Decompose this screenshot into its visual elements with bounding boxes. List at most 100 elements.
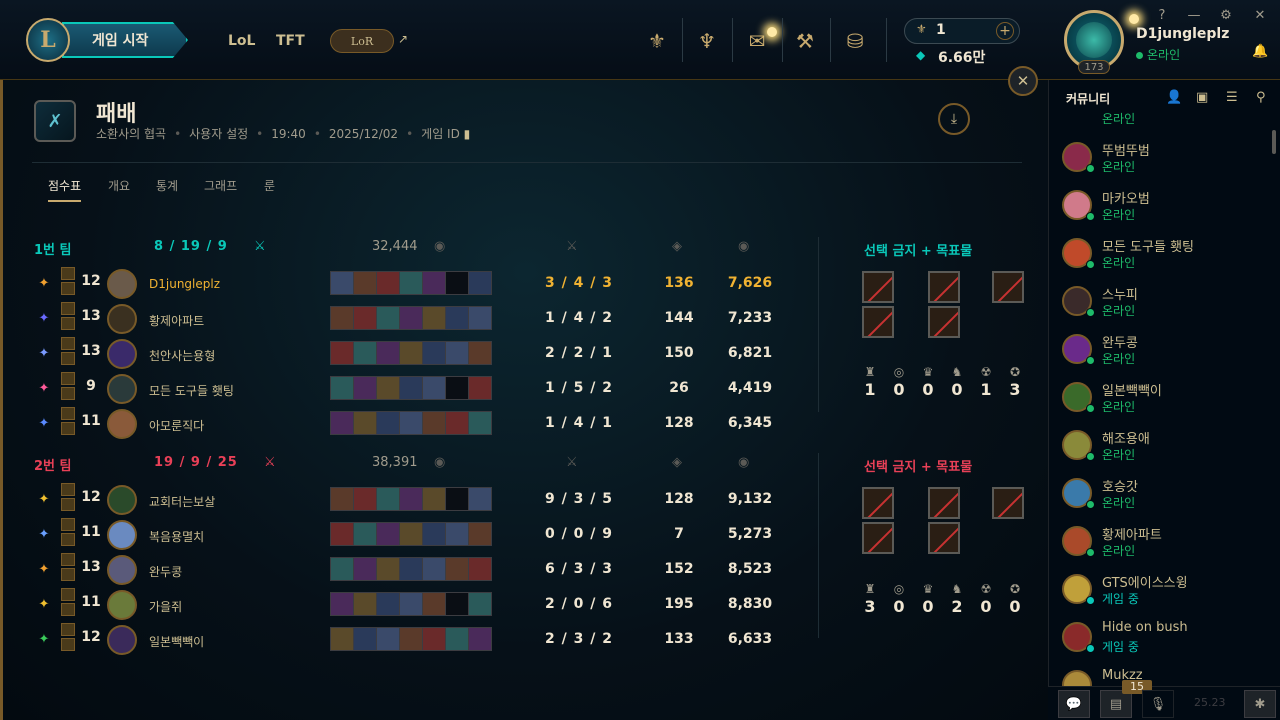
item-slot[interactable] [468,341,492,365]
item-slot[interactable] [376,557,400,581]
item-slot[interactable] [422,306,446,330]
item-slot[interactable] [399,522,423,546]
player-name[interactable]: 아모룬직다 [149,417,204,434]
item-slot[interactable] [353,557,377,581]
friend-item[interactable]: 뚜범뚜범 온라인 [1060,138,1260,182]
item-slot[interactable] [468,376,492,400]
tab-overview[interactable]: 개요 [108,177,130,194]
item-slot[interactable] [376,341,400,365]
item-slot[interactable] [330,306,354,330]
item-slot[interactable] [399,627,423,651]
item-slot[interactable] [376,487,400,511]
tab-scoreboard[interactable]: 점수표 [48,177,82,202]
item-slot[interactable] [376,376,400,400]
minimize-icon[interactable]: — [1186,8,1202,23]
champion-portrait[interactable] [107,269,137,299]
nav-tft-link[interactable]: TFT [276,33,305,49]
item-slot[interactable] [399,411,423,435]
friend-item[interactable]: 모든 도구들 횃팅 온라인 [1060,234,1260,278]
item-slot[interactable] [445,271,469,295]
item-slot[interactable] [445,341,469,365]
champion-portrait[interactable] [107,485,137,515]
player-row[interactable]: ✦ 12 D1jungleplz 3 / 4 / 3 136 7,626 [0,267,1045,302]
item-slot[interactable] [330,557,354,581]
item-slot[interactable] [468,306,492,330]
item-slot[interactable] [330,592,354,616]
item-slot[interactable] [422,271,446,295]
profile-icon[interactable] [1076,22,1112,58]
item-slot[interactable] [468,522,492,546]
player-row[interactable]: ✦ 11 가을쥐 2 / 0 / 6 195 8,830 [0,588,1045,623]
champion-portrait[interactable] [107,590,137,620]
item-slot[interactable] [445,522,469,546]
item-slot[interactable] [353,271,377,295]
tab-runes[interactable]: 룬 [264,177,275,194]
copy-icon[interactable]: ▮ [464,127,471,141]
add-friend-icon[interactable]: 👤 [1166,90,1182,105]
item-slot[interactable] [399,376,423,400]
item-slot[interactable] [445,627,469,651]
settings-gear-icon[interactable]: ⚙ [1218,8,1234,23]
champion-portrait[interactable] [107,304,137,334]
item-slot[interactable] [422,592,446,616]
help-icon[interactable]: ? [1154,8,1170,23]
summoner-status[interactable]: 온라인 [1136,46,1180,63]
player-name[interactable]: 가을쥐 [149,598,182,615]
item-slot[interactable] [399,271,423,295]
player-row[interactable]: ✦ 13 황제아파트 1 / 4 / 2 144 7,233 [0,302,1045,337]
item-slot[interactable] [330,522,354,546]
item-slot[interactable] [399,306,423,330]
tab-graphs[interactable]: 그래프 [204,177,237,194]
item-slot[interactable] [468,271,492,295]
item-slot[interactable] [399,592,423,616]
item-slot[interactable] [376,306,400,330]
item-slot[interactable] [376,271,400,295]
champion-portrait[interactable] [107,555,137,585]
item-slot[interactable] [468,411,492,435]
item-slot[interactable] [353,306,377,330]
nav-lor-button[interactable]: LoR [330,29,394,53]
item-slot[interactable] [445,411,469,435]
store-icon[interactable]: ⛁ [840,26,870,56]
search-icon[interactable]: ⚲ [1256,90,1266,105]
list-view-icon[interactable]: ☰ [1226,90,1238,105]
ranked-icon[interactable]: ⚜ [642,26,672,56]
player-name[interactable]: 완두콩 [149,563,182,580]
friend-item[interactable]: 스누피 온라인 [1060,282,1260,326]
player-name[interactable]: 황제아파트 [149,312,204,329]
missions-icon[interactable]: ▤ [1100,690,1132,718]
player-name[interactable]: 일본빽빽이 [149,633,204,650]
player-name[interactable]: 천안사는용형 [149,347,215,364]
item-slot[interactable] [422,411,446,435]
item-slot[interactable] [353,411,377,435]
item-slot[interactable] [353,627,377,651]
friend-item[interactable]: 해조용애 온라인 [1060,426,1260,470]
item-slot[interactable] [422,487,446,511]
item-slot[interactable] [353,341,377,365]
collection-icon[interactable]: ♆ [692,26,722,56]
item-slot[interactable] [376,411,400,435]
item-slot[interactable] [445,592,469,616]
item-slot[interactable] [468,592,492,616]
play-button[interactable]: 게임 시작 [62,22,188,58]
item-slot[interactable] [399,341,423,365]
champion-portrait[interactable] [107,409,137,439]
add-folder-icon[interactable]: ▣ [1196,90,1208,105]
champion-portrait[interactable] [107,374,137,404]
item-slot[interactable] [353,487,377,511]
player-name[interactable]: 교회터는보살 [149,493,215,510]
item-slot[interactable] [445,376,469,400]
item-slot[interactable] [399,487,423,511]
crafting-icon[interactable]: ⚒ [790,26,820,56]
player-row[interactable]: ✦ 12 일본빽빽이 2 / 3 / 2 133 6,633 [0,623,1045,658]
item-slot[interactable] [445,306,469,330]
nav-lol-link[interactable]: LoL [228,33,255,49]
item-slot[interactable] [422,557,446,581]
item-slot[interactable] [376,627,400,651]
item-slot[interactable] [330,271,354,295]
friend-item[interactable]: 마카오범 온라인 [1060,186,1260,230]
friends-scrollbar[interactable] [1272,130,1276,154]
item-slot[interactable] [330,411,354,435]
item-slot[interactable] [330,627,354,651]
player-name[interactable]: D1jungleplz [149,277,220,291]
